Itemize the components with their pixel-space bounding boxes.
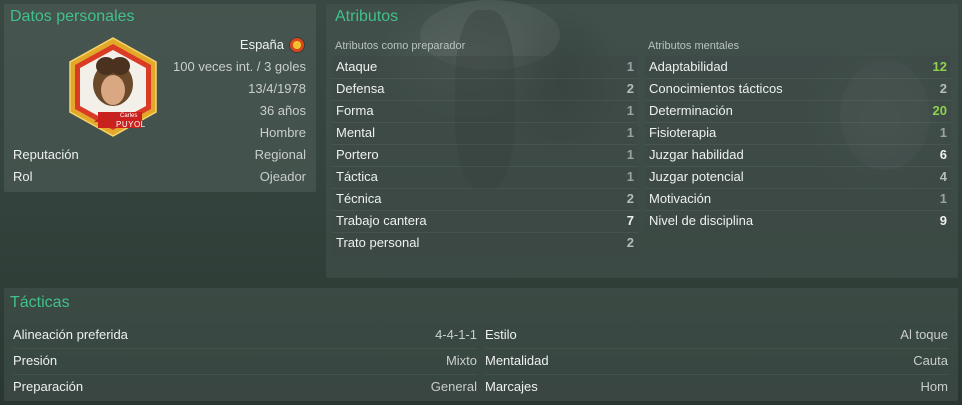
attribute-label: Conocimientos tácticos xyxy=(649,81,783,96)
caps-value: 100 veces int. / 3 goles xyxy=(173,59,306,74)
spain-flag-icon[interactable] xyxy=(290,38,304,52)
attribute-label: Juzgar potencial xyxy=(649,169,744,184)
tactics-label: Presión xyxy=(13,353,58,368)
attribute-value: 1 xyxy=(939,125,947,140)
attribute-row[interactable]: Táctica 1 xyxy=(332,166,638,189)
attribute-row[interactable]: Trabajo cantera 7 xyxy=(332,210,638,233)
attribute-row[interactable]: Portero 1 xyxy=(332,144,638,167)
caps-row: 100 veces int. / 3 goles xyxy=(170,56,306,78)
tactics-row[interactable]: Estilo Al toque xyxy=(485,322,948,349)
attribute-value: 1 xyxy=(626,147,634,162)
reputation-label: Reputación xyxy=(13,147,79,162)
tactics-label: Alineación preferida xyxy=(13,327,128,342)
tactics-value: Hom xyxy=(920,379,948,394)
personal-data-title: Datos personales xyxy=(10,8,135,25)
attribute-value: 20 xyxy=(932,103,947,118)
role-value: Ojeador xyxy=(259,169,306,184)
attribute-label: Nivel de disciplina xyxy=(649,213,754,228)
attribute-label: Mental xyxy=(336,125,376,140)
attribute-value: 1 xyxy=(939,191,947,206)
attribute-label: Defensa xyxy=(336,81,385,96)
reputation-value: Regional xyxy=(254,147,306,162)
player-badge[interactable] xyxy=(58,36,168,140)
attribute-label: Adaptabilidad xyxy=(649,59,728,74)
attribute-row[interactable]: Mental 1 xyxy=(332,122,638,145)
attribute-row[interactable]: Nivel de disciplina 9 xyxy=(645,210,951,232)
attributes-title: Atributos xyxy=(335,8,399,25)
mental-attributes-heading: Atributos mentales xyxy=(648,40,740,52)
attribute-label: Trabajo cantera xyxy=(336,213,427,228)
attribute-label: Forma xyxy=(336,103,374,118)
attribute-row[interactable]: Conocimientos tácticos 2 xyxy=(645,78,951,101)
attribute-value: 4 xyxy=(939,169,947,184)
attribute-value: 12 xyxy=(932,59,947,74)
attribute-row[interactable]: Determinación 20 xyxy=(645,100,951,123)
tactics-value: Cauta xyxy=(913,353,948,368)
tactics-row[interactable]: Alineación preferida 4-4-1-1 xyxy=(13,322,477,349)
tactics-row[interactable]: Mentalidad Cauta xyxy=(485,348,948,375)
birthdate-value: 13/4/1978 xyxy=(248,81,306,96)
attribute-value: 9 xyxy=(939,213,947,228)
attribute-row[interactable]: Ataque 1 xyxy=(332,56,638,79)
nationality-row: España xyxy=(170,34,284,56)
attribute-value: 1 xyxy=(626,59,634,74)
tactics-row[interactable]: Preparación General xyxy=(13,374,477,400)
attribute-value: 2 xyxy=(626,235,634,250)
attribute-value: 1 xyxy=(626,169,634,184)
attribute-label: Ataque xyxy=(336,59,378,74)
birthdate-row: 13/4/1978 xyxy=(170,78,306,100)
attribute-row[interactable]: Juzgar habilidad 6 xyxy=(645,144,951,167)
attribute-label: Motivación xyxy=(649,191,712,206)
age-value: 36 años xyxy=(259,103,306,118)
role-row: Rol Ojeador xyxy=(13,166,306,188)
tactics-label: Preparación xyxy=(13,379,84,394)
mental-attributes-list: Adaptabilidad 12 Conocimientos tácticos … xyxy=(645,56,951,234)
age-row: 36 años xyxy=(170,100,306,122)
attribute-row[interactable]: Juzgar potencial 4 xyxy=(645,166,951,189)
attribute-row[interactable]: Defensa 2 xyxy=(332,78,638,101)
badge-last-name: PUYOL xyxy=(116,120,146,129)
coaching-attributes-heading: Atributos como preparador xyxy=(335,40,466,52)
attribute-value: 2 xyxy=(626,191,634,206)
reputation-row: Reputación Regional xyxy=(13,144,306,166)
attribute-value: 2 xyxy=(626,81,634,96)
attribute-row[interactable]: Técnica 2 xyxy=(332,188,638,211)
attribute-label: Juzgar habilidad xyxy=(649,147,744,162)
tactics-value: Al toque xyxy=(900,327,948,342)
attribute-label: Técnica xyxy=(336,191,382,206)
attribute-label: Determinación xyxy=(649,103,733,118)
attribute-row[interactable]: Motivación 1 xyxy=(645,188,951,211)
tactics-label: Marcajes xyxy=(485,379,538,394)
role-label: Rol xyxy=(13,169,33,184)
attribute-label: Portero xyxy=(336,147,379,162)
attribute-value: 7 xyxy=(626,213,634,228)
attribute-row[interactable]: Fisioterapia 1 xyxy=(645,122,951,145)
tactics-title: Tácticas xyxy=(10,294,70,311)
attribute-label: Táctica xyxy=(336,169,378,184)
attribute-row[interactable]: Forma 1 xyxy=(332,100,638,123)
staff-profile-screen: Datos personales Carles PUYOL España 100… xyxy=(0,0,962,405)
attribute-value: 6 xyxy=(939,147,947,162)
attribute-value: 2 xyxy=(939,81,947,96)
nationality-value[interactable]: España xyxy=(240,34,284,56)
coaching-attributes-list: Ataque 1 Defensa 2 Forma 1 Mental 1 Port… xyxy=(332,56,638,256)
tactics-value: 4-4-1-1 xyxy=(435,327,477,342)
attribute-value: 1 xyxy=(626,125,634,140)
tactics-row[interactable]: Presión Mixto xyxy=(13,348,477,375)
gender-value: Hombre xyxy=(259,125,306,140)
attribute-value: 1 xyxy=(626,103,634,118)
attribute-label: Trato personal xyxy=(336,235,420,250)
tactics-label: Mentalidad xyxy=(485,353,549,368)
badge-first-name: Carles xyxy=(120,113,138,119)
attribute-row[interactable]: Trato personal 2 xyxy=(332,232,638,254)
attribute-row[interactable]: Adaptabilidad 12 xyxy=(645,56,951,79)
tactics-value: General xyxy=(430,379,477,394)
tactics-label: Estilo xyxy=(485,327,517,342)
attribute-label: Fisioterapia xyxy=(649,125,717,140)
tactics-row[interactable]: Marcajes Hom xyxy=(485,374,948,400)
tactics-value: Mixto xyxy=(445,353,477,368)
gender-row: Hombre xyxy=(170,122,306,144)
